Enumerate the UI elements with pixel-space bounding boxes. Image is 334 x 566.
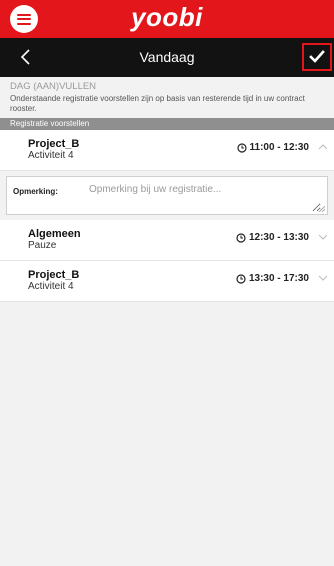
confirm-button[interactable] [302, 43, 332, 71]
remark-field: Opmerking: [6, 176, 328, 215]
project-name: Project_B [28, 269, 80, 281]
time-text: 12:30 - 13:30 [248, 232, 309, 243]
section-title: DAG (AAN)VULLEN [10, 81, 97, 92]
resize-handle-icon[interactable] [319, 206, 325, 212]
remark-section: Opmerking: [0, 171, 334, 220]
checkmark-icon [309, 50, 325, 63]
activity-name: Activiteit 4 [28, 150, 74, 161]
time-text: 11:00 - 12:30 [249, 142, 310, 153]
registration-item[interactable]: Algemeen Pauze 12:30 - 13:30 [0, 220, 334, 261]
time-range: 12:30 - 13:30 [236, 232, 309, 243]
app-header: yoobi [0, 0, 334, 38]
clock-icon [236, 232, 246, 243]
project-name: Algemeen [28, 228, 81, 240]
chevron-down-icon[interactable] [318, 274, 328, 282]
subheader: Registratie voorstellen [0, 118, 334, 130]
activity-name: Pauze [28, 240, 57, 251]
chevron-up-icon[interactable] [318, 143, 328, 151]
clock-icon [236, 273, 246, 284]
clock-icon [236, 142, 247, 153]
project-name: Project_B [28, 138, 80, 150]
chevron-down-icon[interactable] [318, 233, 328, 241]
app-logo: yoobi [131, 2, 203, 32]
remark-input[interactable] [87, 182, 321, 212]
registration-item[interactable]: Project_B Activiteit 4 13:30 - 17:30 [0, 261, 334, 302]
page-title: Vandaag [139, 49, 195, 65]
remark-label: Opmerking: [13, 187, 58, 196]
time-text: 13:30 - 17:30 [248, 273, 309, 284]
time-range: 13:30 - 17:30 [236, 273, 309, 284]
registration-item[interactable]: Project_B Activiteit 4 11:00 - 12:30 [0, 130, 334, 171]
time-range: 11:00 - 12:30 [236, 142, 310, 153]
section-header: DAG (AAN)VULLEN Onderstaande registratie… [0, 77, 334, 118]
nav-bar: Vandaag [0, 38, 334, 77]
activity-name: Activiteit 4 [28, 281, 74, 292]
section-description: Onderstaande registratie voorstellen zij… [10, 94, 305, 113]
